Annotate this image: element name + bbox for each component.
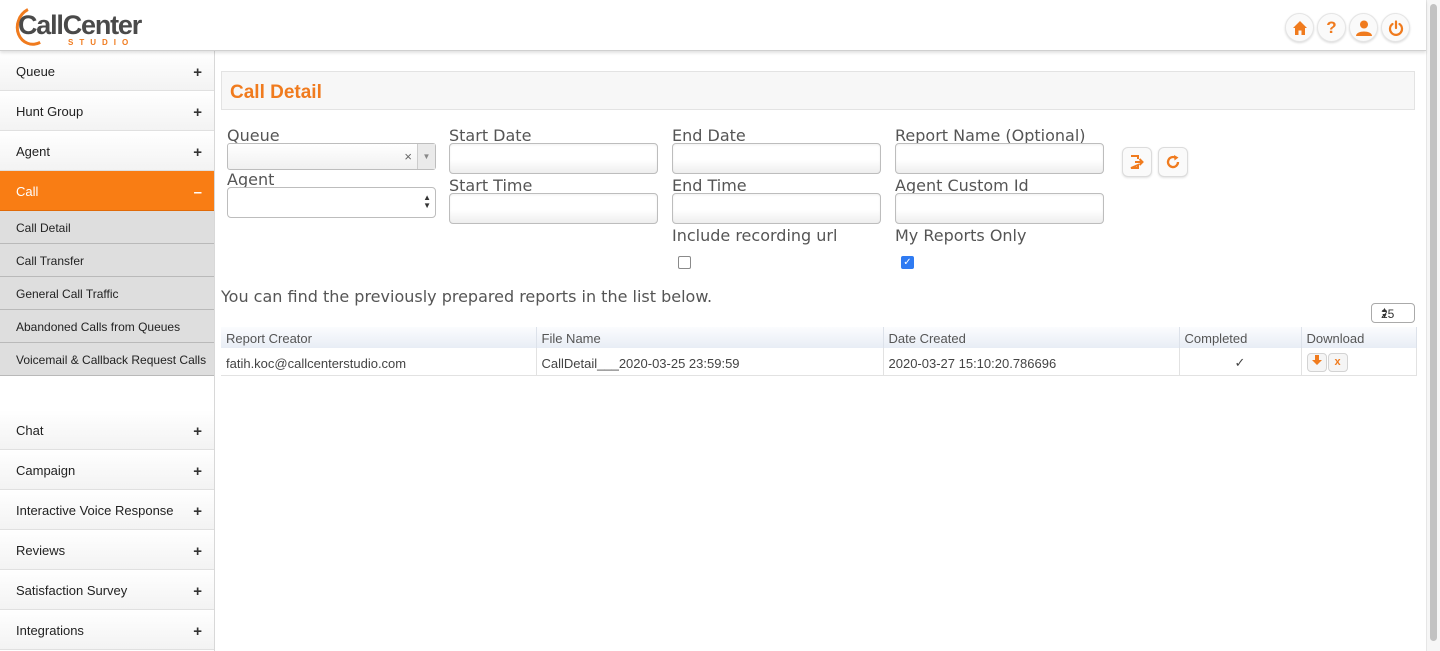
report-name-input[interactable] (895, 143, 1104, 174)
export-icon (1130, 155, 1144, 169)
callcenter-studio-logo[interactable]: CallCenter STUDIO (10, 1, 150, 51)
page-title: Call Detail (230, 82, 322, 103)
export-button[interactable] (1122, 147, 1152, 177)
home-icon[interactable] (1285, 13, 1314, 42)
cell-date-created: 2020-03-27 15:10:20.786696 (883, 348, 1180, 376)
col-date-created[interactable]: Date Created (883, 327, 1180, 348)
sidebar-item-label: Chat (16, 423, 44, 438)
vertical-scrollbar[interactable] (1426, 0, 1440, 651)
delete-report-button[interactable]: x (1327, 352, 1348, 372)
sidebar-item-campaign[interactable]: Campaign + (0, 450, 214, 490)
col-file-name[interactable]: File Name (536, 327, 884, 348)
main-content: Call Detail Queue × ▼ Agent ▲ ▼ Start Dat… (215, 51, 1426, 651)
sidebar-item-satisfaction-survey[interactable]: Satisfaction Survey + (0, 570, 214, 610)
page-size-select[interactable]: 25 ▲ ▼ (1371, 303, 1415, 323)
sidebar-menu: Queue + Hunt Group + Agent + Call – Call… (0, 51, 215, 651)
sidebar-item-label: Satisfaction Survey (16, 583, 128, 598)
include-recording-checkbox[interactable] (678, 256, 691, 269)
start-time-input[interactable] (449, 193, 658, 224)
sidebar-subitem-label: Abandoned Calls from Queues (16, 320, 181, 334)
include-recording-label: Include recording url (672, 226, 838, 245)
sidebar-item-label: Reviews (16, 543, 66, 558)
expand-icon[interactable]: + (193, 104, 202, 121)
checkmark-icon: ✓ (1234, 355, 1246, 371)
expand-icon[interactable]: + (193, 623, 202, 640)
user-icon[interactable] (1349, 13, 1378, 42)
collapse-icon[interactable]: – (194, 184, 202, 201)
col-completed[interactable]: Completed (1179, 327, 1302, 348)
sidebar-item-agent[interactable]: Agent + (0, 131, 214, 171)
cell-completed: ✓ (1179, 348, 1302, 376)
sidebar-subitem-label: Call Transfer (16, 254, 85, 268)
updown-arrow-icon: ▲ ▼ (1381, 307, 1388, 320)
start-date-input[interactable] (449, 143, 658, 174)
sidebar-item-label: Call (16, 184, 39, 199)
cell-file-name: CallDetail___2020-03-25 23:59:59 (536, 348, 884, 376)
sidebar-subitem-abandoned-calls[interactable]: Abandoned Calls from Queues (0, 310, 214, 343)
end-time-input[interactable] (672, 193, 881, 224)
my-reports-label: My Reports Only (895, 226, 1027, 245)
queue-select[interactable]: × ▼ (227, 143, 436, 170)
agent-custom-id-input[interactable] (895, 193, 1104, 224)
sidebar-item-hunt-group[interactable]: Hunt Group + (0, 91, 214, 131)
download-arrow-icon (1311, 354, 1322, 365)
sidebar-subitem-call-transfer[interactable]: Call Transfer (0, 244, 214, 277)
updown-arrow-icon: ▲ ▼ (423, 193, 431, 210)
my-reports-checkbox[interactable]: ✓ (901, 256, 914, 269)
sidebar-subitem-label: Call Detail (16, 221, 71, 235)
header-icons: ? (1285, 13, 1410, 42)
power-icon[interactable] (1381, 13, 1410, 42)
sidebar-item-ivr[interactable]: Interactive Voice Response + (0, 490, 214, 530)
sidebar-item-reviews[interactable]: Reviews + (0, 530, 214, 570)
expand-icon[interactable]: + (193, 64, 202, 81)
chevron-down-icon[interactable]: ▼ (417, 144, 435, 169)
page-title-bar: Call Detail (221, 71, 1415, 110)
refresh-icon (1166, 155, 1180, 169)
sidebar-subitem-label: General Call Traffic (16, 287, 119, 301)
cell-report-creator: fatih.koc@callcenterstudio.com (221, 348, 537, 376)
expand-icon[interactable]: + (193, 144, 202, 161)
col-download[interactable]: Download (1301, 327, 1417, 348)
sidebar-item-label: Hunt Group (16, 104, 84, 119)
top-header: CallCenter STUDIO ? (0, 0, 1426, 51)
expand-icon[interactable]: + (193, 423, 202, 440)
sidebar-item-call[interactable]: Call – (0, 171, 214, 211)
sidebar-item-label: Interactive Voice Response (16, 503, 174, 518)
sidebar-subitem-label: Voicemail & Callback Request Calls (16, 353, 207, 367)
expand-icon[interactable]: + (193, 583, 202, 600)
agent-select[interactable]: ▲ ▼ (227, 187, 436, 218)
expand-icon[interactable]: + (193, 463, 202, 480)
sidebar-item-label: Agent (16, 144, 50, 159)
col-report-creator[interactable]: Report Creator (221, 327, 537, 348)
sidebar-subitem-general-call-traffic[interactable]: General Call Traffic (0, 277, 214, 310)
end-date-input[interactable] (672, 143, 881, 174)
sidebar-item-label: Campaign (16, 463, 76, 478)
logo-text: CallCenter (18, 10, 142, 40)
sidebar-item-integrations[interactable]: Integrations + (0, 610, 214, 650)
table-header-row: Report Creator File Name Date Created Co… (221, 327, 1417, 348)
download-button[interactable] (1306, 352, 1327, 372)
sidebar-item-chat[interactable]: Chat + (0, 410, 214, 450)
help-icon[interactable]: ? (1317, 13, 1346, 42)
sidebar-subitem-voicemail-callback[interactable]: Voicemail & Callback Request Calls (0, 343, 214, 376)
expand-icon[interactable]: + (193, 503, 202, 520)
sidebar-item-queue[interactable]: Queue + (0, 51, 214, 91)
table-row: fatih.koc@callcenterstudio.com CallDetai… (221, 348, 1417, 376)
sidebar-item-label: Queue (16, 64, 56, 79)
logo-subtext: STUDIO (68, 38, 135, 47)
reports-table: Report Creator File Name Date Created Co… (221, 327, 1417, 376)
refresh-button[interactable] (1158, 147, 1188, 177)
sidebar-spacer (0, 376, 214, 410)
reports-info-text: You can find the previously prepared rep… (221, 287, 713, 306)
cell-download: x (1301, 348, 1417, 376)
expand-icon[interactable]: + (193, 543, 202, 560)
clear-icon[interactable]: × (404, 149, 412, 164)
sidebar-item-label: Integrations (16, 623, 84, 638)
sidebar-subitem-call-detail[interactable]: Call Detail (0, 211, 214, 244)
scrollbar-thumb[interactable] (1430, 4, 1437, 641)
